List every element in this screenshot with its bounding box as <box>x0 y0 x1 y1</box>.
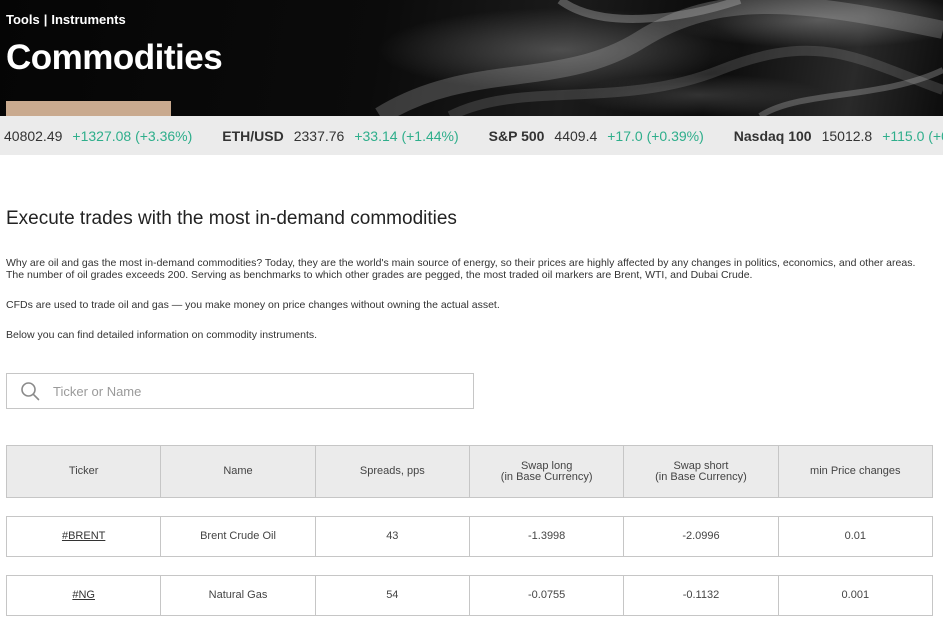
ticker-change: +1327.08 (+3.36%) <box>72 127 193 144</box>
ticker-name: ETH/USD <box>222 127 284 144</box>
ticker-item[interactable]: S&P 500 4409.4 +17.0 (+0.39%) <box>489 128 704 144</box>
search-icon <box>21 382 40 401</box>
ticker-item[interactable]: 40802.49 +1327.08 (+3.36%) <box>4 128 192 144</box>
hero-banner: Tools | Instruments Commodities <box>0 0 943 116</box>
search-input[interactable] <box>53 383 453 399</box>
ticker-link[interactable]: #BRENT <box>62 531 105 542</box>
cell-swap-short: -0.1132 <box>623 576 777 615</box>
cell-name: Brent Crude Oil <box>160 517 314 556</box>
header-label: Ticker <box>68 465 99 477</box>
cell-swap-short: -2.0996 <box>623 517 777 556</box>
ticker-price: 15012.8 <box>821 127 873 144</box>
header-sublabel: (in Base Currency) <box>655 470 747 483</box>
header-label: min Price changes <box>810 465 901 477</box>
ticker-track: 40802.49 +1327.08 (+3.36%) ETH/USD 2337.… <box>4 128 943 144</box>
table-header: Ticker Name Spreads, pps Swap long (in B… <box>6 445 933 498</box>
ticker-link[interactable]: #NG <box>72 590 95 601</box>
header-label: Swap long <box>520 459 573 472</box>
column-header-swap-long[interactable]: Swap long (in Base Currency) <box>468 446 623 497</box>
header-label: Swap short <box>673 459 729 472</box>
column-header-spreads[interactable]: Spreads, pps <box>314 446 469 497</box>
table-row: #NG Natural Gas 54 -0.0755 -0.1132 0.001 <box>6 575 933 616</box>
cell-name: Natural Gas <box>160 576 314 615</box>
search-box[interactable] <box>6 373 474 409</box>
info-paragraph: Below you can find detailed information … <box>6 329 318 341</box>
table-row: #BRENT Brent Crude Oil 43 -1.3998 -2.099… <box>6 516 933 557</box>
cell-min-price: 0.001 <box>777 576 932 615</box>
ticker-price: 2337.76 <box>293 127 345 144</box>
breadcrumb-instruments[interactable]: Instruments <box>51 12 125 27</box>
section-heading: Execute trades with the most in-demand c… <box>6 208 457 229</box>
cell-min-price: 0.01 <box>777 517 932 556</box>
breadcrumb: Tools | Instruments <box>6 12 126 27</box>
column-header-name[interactable]: Name <box>160 446 314 497</box>
cell-ticker: #BRENT <box>7 517 160 556</box>
ticker-item[interactable]: ETH/USD 2337.76 +33.14 (+1.44%) <box>222 128 458 144</box>
ticker-change: +17.0 (+0.39%) <box>607 127 704 144</box>
ticker-price: 4409.4 <box>554 127 598 144</box>
ticker-price: 40802.49 <box>4 127 63 144</box>
header-label: Spreads, pps <box>359 465 425 477</box>
ticker-name: Nasdaq 100 <box>733 127 812 144</box>
page-title: Commodities <box>6 38 223 77</box>
cfd-paragraph: CFDs are used to trade oil and gas — you… <box>6 299 500 311</box>
cell-swap-long: -0.0755 <box>468 576 623 615</box>
header-label: Name <box>223 465 253 477</box>
column-header-min-price[interactable]: min Price changes <box>777 446 932 497</box>
breadcrumb-tools[interactable]: Tools <box>6 12 40 27</box>
cell-spreads: 54 <box>314 576 469 615</box>
cell-swap-long: -1.3998 <box>468 517 623 556</box>
cell-ticker: #NG <box>7 576 160 615</box>
cell-spreads: 43 <box>314 517 469 556</box>
intro-paragraph: Why are oil and gas the most in-demand c… <box>6 257 916 281</box>
ticker-change: +33.14 (+1.44%) <box>354 127 459 144</box>
ticker-name: S&P 500 <box>488 127 545 144</box>
header-sublabel: (in Base Currency) <box>500 470 593 483</box>
ticker-change: +115.0 (+0 <box>882 127 943 144</box>
ticker-item[interactable]: Nasdaq 100 15012.8 +115.0 (+0 <box>734 128 943 144</box>
breadcrumb-separator: | <box>43 12 48 27</box>
column-header-swap-short[interactable]: Swap short (in Base Currency) <box>623 446 777 497</box>
accent-bar <box>6 101 171 116</box>
price-ticker-strip: 40802.49 +1327.08 (+3.36%) ETH/USD 2337.… <box>0 116 943 155</box>
column-header-ticker[interactable]: Ticker <box>7 446 160 497</box>
